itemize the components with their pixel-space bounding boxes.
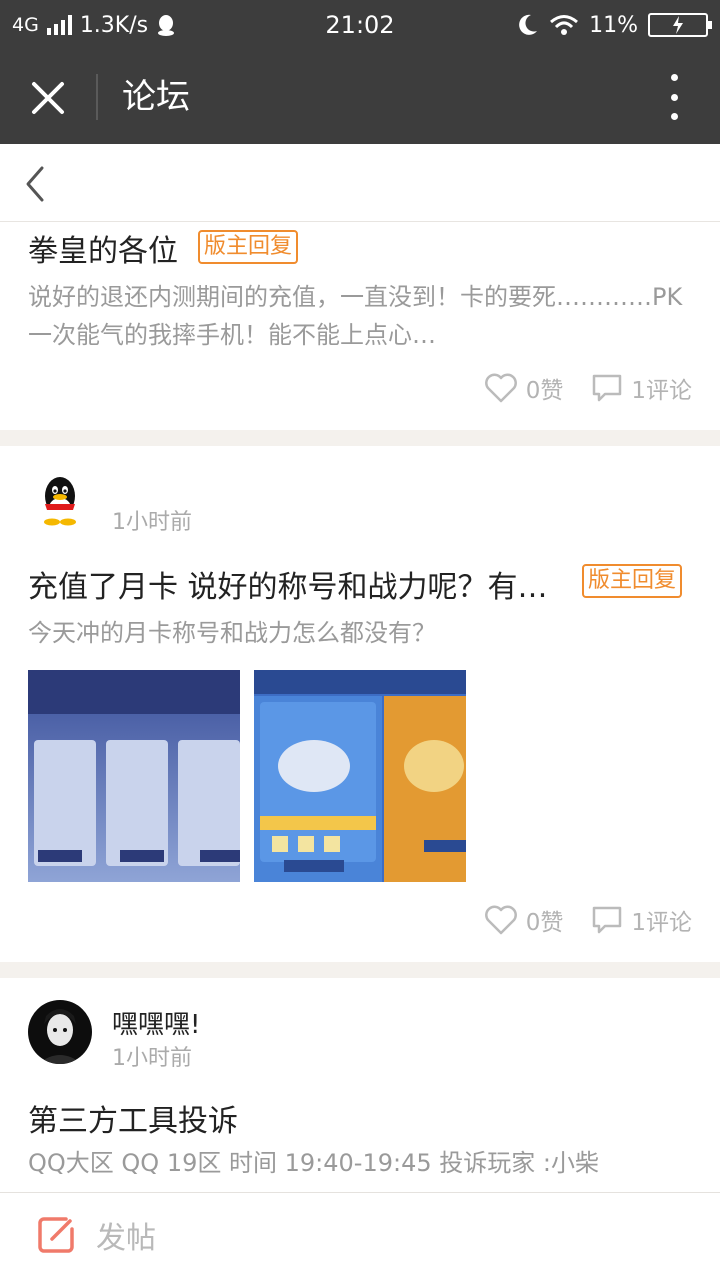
post-actions: 0赞 1评论 (484, 368, 692, 408)
post-title: 拳皇的各位 (28, 234, 178, 269)
post-image[interactable] (254, 670, 466, 882)
comment-icon (593, 906, 622, 934)
post-time: 1小时前 (112, 510, 192, 535)
author-name[interactable]: 嘿嘿嘿! (112, 1004, 200, 1041)
post-excerpt: 说好的退还内测期间的充值，一直没到！卡的要死…………PK一次能气的我摔手机！能不… (28, 283, 683, 349)
compose-post-button[interactable]: 发帖 (36, 1213, 156, 1257)
battery-percent: 11% (589, 12, 638, 38)
bottom-bar: 发帖 (0, 1192, 720, 1280)
app-bar: 论坛 (0, 50, 720, 144)
post-excerpt: 今天冲的月卡称号和战力怎么都没有？ (28, 619, 436, 647)
post-excerpt: QQ大区 QQ 19区 时间 19:40-19:45 投诉玩家 :小柴 (28, 1149, 599, 1177)
wifi-icon (550, 15, 579, 35)
page-title: 论坛 (122, 77, 190, 117)
close-button[interactable] (22, 72, 74, 124)
post-card[interactable]: 嘿嘿嘿! 1小时前 第三方工具投诉 QQ大区 QQ 19区 时间 19:40-1… (0, 978, 720, 1192)
avatar[interactable] (28, 1000, 92, 1064)
back-bar (0, 144, 720, 222)
post-feed: 拳皇的各位 版主回复 说好的退还内测期间的充值，一直没到！卡的要死…………PK一… (0, 222, 720, 1192)
like-button[interactable]: 0赞 (484, 903, 564, 937)
comment-button[interactable]: 1评论 (591, 371, 692, 405)
more-button[interactable] (664, 74, 684, 120)
like-button[interactable]: 0赞 (484, 371, 564, 405)
qq-penguin-avatar (28, 470, 92, 534)
post-card[interactable]: 1小时前 充值了月卡 说好的称号和战力呢？有… 版主回复 今天冲的月卡称号和战力… (0, 446, 720, 962)
edit-icon (38, 1217, 74, 1253)
compose-label: 发帖 (96, 1221, 156, 1256)
post-card[interactable]: 拳皇的各位 版主回复 说好的退还内测期间的充值，一直没到！卡的要死…………PK一… (0, 222, 720, 430)
like-count: 0赞 (525, 378, 564, 404)
comment-count: 1评论 (631, 910, 692, 936)
heart-icon (484, 373, 517, 403)
post-title: 充值了月卡 说好的称号和战力呢？有… (28, 570, 548, 605)
heart-icon (484, 905, 517, 935)
status-bar: 4G 1.3K/s 21:02 11% (0, 0, 720, 50)
status-right: 11% (517, 0, 712, 50)
comment-icon (593, 374, 622, 402)
close-icon (32, 82, 64, 114)
comment-button[interactable]: 1评论 (591, 903, 692, 937)
battery-icon (648, 13, 712, 37)
post-actions: 0赞 1评论 (484, 900, 692, 940)
back-button[interactable] (20, 162, 60, 206)
moderator-reply-badge: 版主回复 (582, 564, 683, 598)
more-vertical-icon (670, 74, 678, 81)
screenshot-thumbnail-2 (254, 670, 466, 882)
like-count: 0赞 (525, 910, 564, 936)
moon-icon (519, 14, 538, 35)
post-title: 第三方工具投诉 (28, 1104, 238, 1139)
user-avatar-image (28, 1000, 92, 1064)
post-time: 1小时前 (112, 1046, 192, 1071)
divider (96, 74, 98, 120)
moderator-reply-badge: 版主回复 (198, 230, 299, 264)
avatar[interactable] (28, 470, 92, 534)
chevron-left-icon (26, 166, 44, 202)
comment-count: 1评论 (631, 378, 692, 404)
screenshot-thumbnail-1 (28, 670, 240, 882)
post-image[interactable] (28, 670, 240, 882)
